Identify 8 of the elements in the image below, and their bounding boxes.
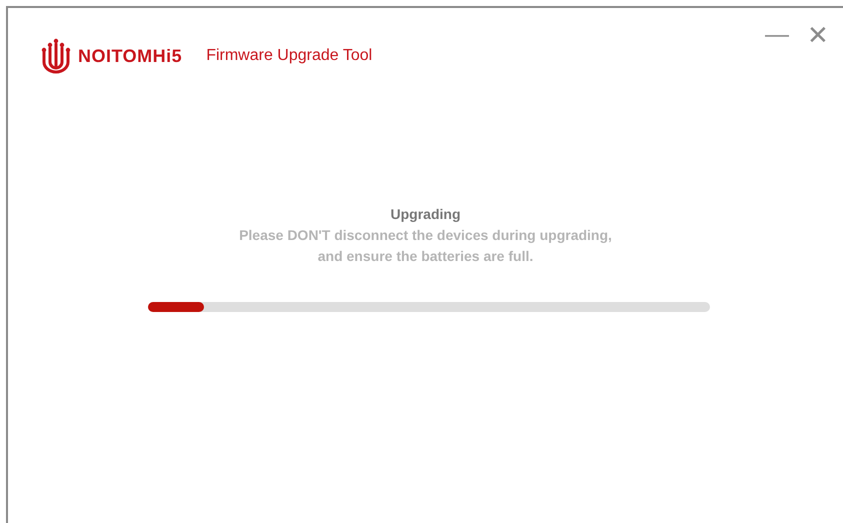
close-button[interactable]: ✕ xyxy=(807,22,829,48)
status-message: Please DON'T disconnect the devices during upgrading, xyxy=(239,226,612,245)
app-title: Firmware Upgrade Tool xyxy=(206,46,372,66)
minimize-button[interactable]: — xyxy=(765,23,789,47)
status-message: and ensure the batteries are full. xyxy=(318,247,534,266)
status-heading: Upgrading xyxy=(390,205,460,224)
logo-wordmark: NOITOMHi5 xyxy=(78,44,182,68)
logo-icon xyxy=(40,38,72,74)
